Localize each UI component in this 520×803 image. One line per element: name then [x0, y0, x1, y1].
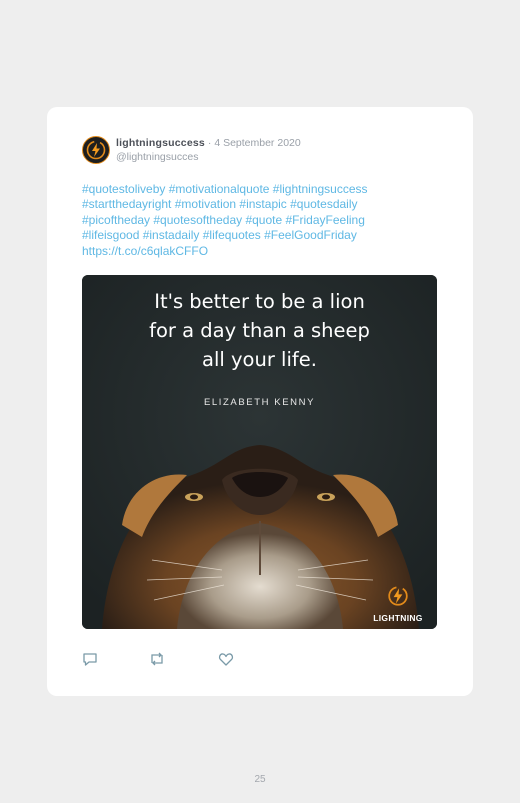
meta-separator: ·: [204, 137, 215, 149]
avatar[interactable]: [82, 136, 110, 164]
tweet-media-image[interactable]: It's better to be a lion for a day than …: [82, 275, 437, 629]
retweet-icon: [151, 652, 163, 666]
brand-watermark: LIGHTNING: [367, 585, 429, 623]
page-number: 25: [254, 774, 266, 785]
tweet-card: lightningsuccess · 4 September 2020 @lig…: [47, 107, 473, 696]
tweet-text-line[interactable]: #startthedayright #motivation #instapic …: [82, 197, 422, 212]
user-handle[interactable]: @lightningsucces: [116, 150, 301, 164]
quote-author: ELIZABETH KENNY: [203, 397, 316, 408]
tweet-meta: lightningsuccess · 4 September 2020 @lig…: [116, 137, 301, 164]
lightning-logo-icon: [86, 140, 106, 160]
brand-name: LIGHTNING: [373, 613, 423, 623]
reply-button[interactable]: [82, 651, 98, 667]
lightning-logo-icon: [388, 586, 408, 606]
username[interactable]: lightningsuccess: [116, 137, 205, 149]
tweet-text-line[interactable]: #lifeisgood #instadaily #lifequotes #Fee…: [82, 228, 422, 243]
tweet-text: #quotestoliveby #motivationalquote #ligh…: [82, 182, 422, 259]
like-button[interactable]: [218, 651, 234, 667]
reply-icon: [83, 653, 97, 666]
tweet-date[interactable]: 4 September 2020: [214, 137, 300, 149]
quote-text: It's better to be a lion for a day than …: [149, 290, 370, 371]
retweet-button[interactable]: [148, 651, 164, 667]
tweet-text-line[interactable]: #quotestoliveby #motivationalquote #ligh…: [82, 182, 422, 197]
heart-icon: [218, 653, 234, 666]
tweet-link[interactable]: https://t.co/c6qlakCFFO: [82, 244, 422, 259]
tweet-text-line[interactable]: #picoftheday #quotesoftheday #quote #Fri…: [82, 213, 422, 228]
